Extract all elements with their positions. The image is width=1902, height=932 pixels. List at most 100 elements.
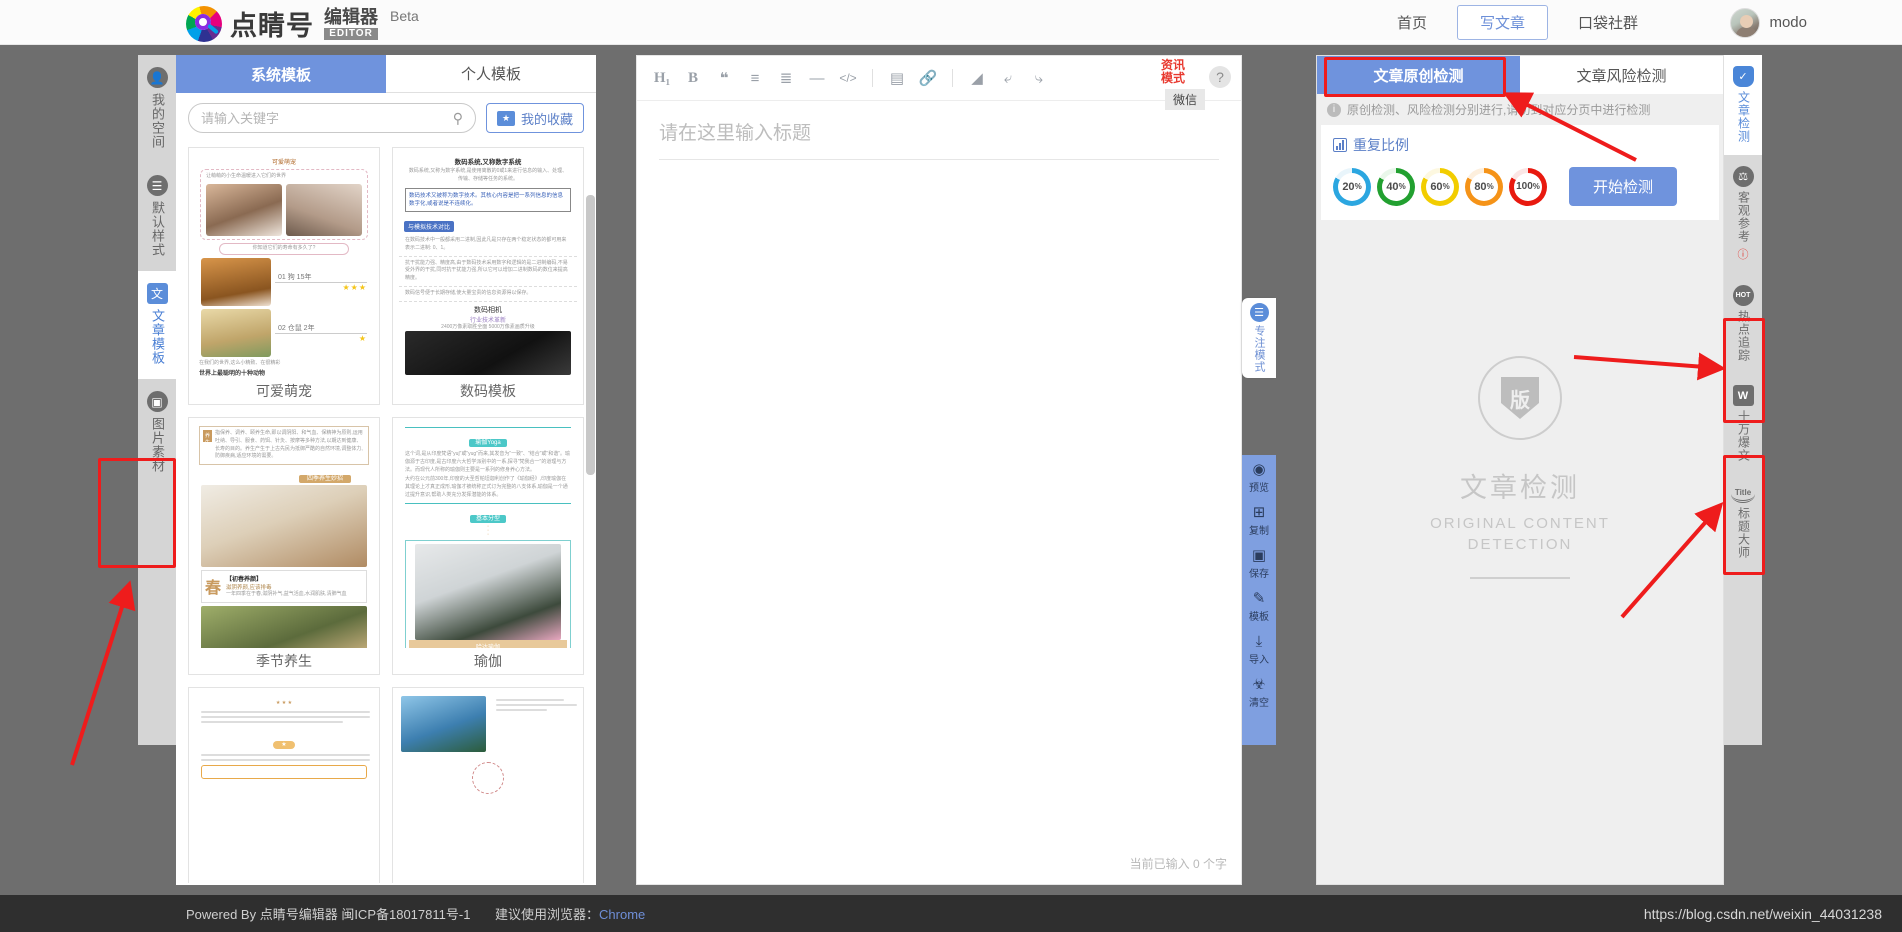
thumb-bullet: 在数码技术中一般都采用二进制,因此凡是只存在两个稳定状态的都可用来表示二进制: … [399,234,577,257]
nav-item-write-article[interactable]: 写文章 [1456,5,1548,40]
detection-tabs: 文章原创检测 文章风险检测 [1317,56,1723,94]
thumb-card-title: 【初春养颜】 [226,577,263,583]
action-template-label: 模板 [1249,612,1269,623]
template-scrollbar[interactable] [586,195,595,475]
thumb-subheading: 数码相机 [474,306,502,314]
image-icon[interactable]: ▤ [884,65,910,91]
heading-1-icon[interactable]: H₁ [649,65,675,91]
action-import[interactable]: ⤓ 导入 [1249,633,1269,666]
nav-item-pocket-community[interactable]: 口袋社群 [1574,7,1642,38]
article-body-area[interactable] [637,160,1241,800]
detection-notice: i 原创检测、风险检测分别进行,请切到对应分页中进行检测 [1317,94,1723,125]
ratio-ring-80: 80% [1465,167,1503,206]
thumb-photo [401,696,486,752]
word-count-label: 当前已输入 0 个字 [1129,857,1227,871]
search-box[interactable]: ⚲ [188,103,476,133]
thumb-photo [206,183,282,236]
template-card[interactable]: 可爱萌宠 让萌萌的小生命温暖进入它们的世界 你知道它们的寿命有多久了? 01 狗… [188,147,380,405]
template-card[interactable]: 数码系统,又称数字系统 数码系统,又称为数字系统,是使用离散的0或1来进行信息的… [392,147,584,405]
tab-system-template[interactable]: 系统模板 [176,55,386,93]
template-thumbnail: 养生 指保养、调养、颐养生命,即以调阴阳、和气血、保精神为原则,运用吐纳、导引、… [189,418,379,648]
sidebar-item-article-template[interactable]: 文 文章模板 [138,271,176,379]
template-card[interactable] [392,687,584,883]
ratio-ring-100-value: 100 [1516,181,1533,192]
logo-text-cn: 点睛号 [230,11,314,41]
eraser-icon[interactable]: ◢ [964,65,990,91]
nav-item-home[interactable]: 首页 [1393,7,1431,38]
sidebar-item-article-detection[interactable]: ✓ 文章检测 [1724,55,1762,155]
eye-icon: ◉ [1252,461,1266,478]
mode-line-2: 模式 [1160,71,1185,85]
start-detection-button[interactable]: 开始检测 [1569,167,1678,206]
image-icon: ▣ [146,391,168,412]
action-template[interactable]: ✎ 模板 [1249,590,1269,623]
undo-icon[interactable]: ⤶ [995,65,1021,91]
sidebar-item-title-master[interactable]: Title 标题大师 [1724,474,1762,571]
import-icon: ⤓ [1255,633,1263,650]
app-logo[interactable]: 点睛号 编辑器 EDITOR Beta [186,4,419,43]
sidebar-label-title-master: 标题大师 [1736,507,1751,559]
tab-originality-detection[interactable]: 文章原创检测 [1317,56,1520,94]
bold-icon[interactable]: B [680,65,706,91]
action-save[interactable]: ▣ 保存 [1249,547,1269,580]
warning-icon: ⓘ [1737,249,1749,261]
sidebar-item-viral-articles[interactable]: W 十万爆文 [1724,374,1762,474]
thumb-photo [201,485,367,567]
code-icon[interactable]: </> [835,65,861,91]
redo-icon[interactable]: ⤷ [1026,65,1052,91]
template-card[interactable]: 瑜伽Yoga 这个词,是从印度梵语"yuj"或"yug"而来,其发音为"一致"、… [392,417,584,675]
thumb-stars: ★ [358,333,367,343]
template-card[interactable]: 养生 指保养、调养、颐养生命,即以调阴阳、和气血、保精神为原则,运用吐纳、导引、… [188,417,380,675]
tab-personal-template[interactable]: 个人模板 [386,55,596,93]
thumb-bullet: 抗干扰能力强、精度高,由于数码技术采用数字和逻辑的是二进制编码,不易受外界的干扰… [399,257,577,287]
thumb-sub2: 大约在公元前300年,印度的大圣哲帕坦迦利创作了《瑜伽经》,印度瑜伽在其理论上才… [405,476,568,498]
thumb-tag: 与模拟技术对比 [404,221,455,232]
sidebar-item-image-material[interactable]: ▣ 图片素材 [138,379,176,487]
search-input[interactable] [201,110,453,126]
unordered-list-icon[interactable]: ≡ [742,65,768,91]
user-menu[interactable]: modo [1730,0,1807,45]
footer-browser-hint-label: 建议使用浏览器： [495,907,600,922]
my-favorites-button[interactable]: ★ 我的收藏 [485,103,584,133]
article-title-input[interactable] [659,123,1219,160]
wechat-mode-label[interactable]: 微信 [1164,89,1205,110]
bar-chart-icon [1333,138,1347,152]
action-copy[interactable]: ⊞ 复制 [1249,504,1269,537]
help-icon[interactable]: ? [1209,66,1231,88]
logo-editor-block: 编辑器 EDITOR [324,8,378,40]
ordered-list-icon[interactable]: ≣ [773,65,799,91]
thumb-row-label: 01 狗 15年 [275,272,367,283]
sidebar-item-my-space[interactable]: 👤 我的空间 [138,55,176,163]
action-clear[interactable]: ☣ 清空 [1249,676,1269,709]
thumb-stars: ★★★ [342,282,367,292]
ratio-ring-100: 100% [1509,167,1547,206]
sidebar-item-hot-tracking[interactable]: HOT 热点追踪 [1724,274,1762,374]
link-icon[interactable]: 🔗 [915,65,941,91]
shield-icon: 版 [1501,377,1539,419]
watermark-title-en-1: ORIGINAL CONTENT [1430,515,1610,532]
sidebar-item-objective-reference[interactable]: ⚖ 客观参考 ⓘ [1724,155,1762,274]
quote-icon[interactable]: ❝ [711,65,737,91]
template-card[interactable]: ★ ★ ★ ★ [188,687,380,883]
template-thumbnail: ★ ★ ★ ★ [189,688,379,883]
focus-mode-tab[interactable]: ☰ 专注模式 [1242,298,1276,378]
thumb-photo [286,183,362,236]
toolbar-divider [952,69,953,87]
watermark-divider [1470,577,1570,579]
action-import-label: 导入 [1249,655,1269,666]
horizontal-rule-icon[interactable]: — [804,65,830,91]
avatar [1730,7,1761,38]
thumb-sub: 这个词,是从印度梵语"yuj"或"yug"而来,其发音为"一致"、"结合"或"和… [405,451,570,473]
template-panel: 系统模板 个人模板 ⚲ ★ 我的收藏 可爱萌宠 让萌萌的小生命温暖进入它们的世界 [176,55,596,885]
action-preview[interactable]: ◉ 预览 [1249,461,1269,494]
sidebar-item-default-style[interactable]: ☰ 默认样式 [138,163,176,271]
template-thumbnail [393,688,583,883]
information-mode-badge[interactable]: 资讯 模式 [1153,59,1193,85]
footer-browser-link[interactable]: Chrome [599,907,645,922]
ratio-ring-80-value: 80 [1474,180,1487,193]
thumb-bullet: 数码信号便于长期存储,使大量宝贵的信息资源得以保存。 [399,287,577,302]
sidebar-label-article-template: 文章模板 [150,309,165,365]
thumb-sub: 数码系统,又称为数字系统,是使用离散的0或1来进行信息的输入、处理、传输、存储等… [408,168,568,182]
thumb-box-text: 数码技术又被称为数字技术。其核心内容是把一系列信息的信息数字化,或者说是不连续化… [409,192,564,207]
tab-risk-detection[interactable]: 文章风险检测 [1520,56,1723,94]
